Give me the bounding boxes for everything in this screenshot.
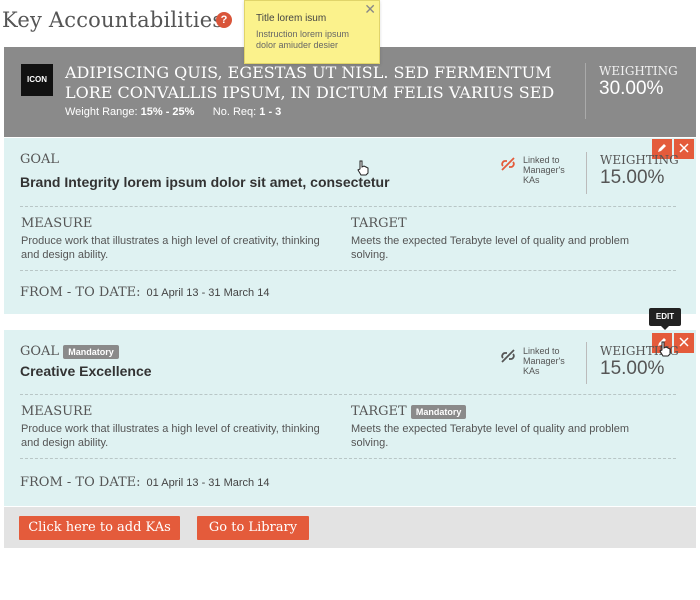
weight-range-value: 15% - 25% <box>140 106 195 118</box>
category-meta: Weight Range: 15% - 25% No. Req: 1 - 3 <box>65 106 281 118</box>
goal-card: GOAL Mandatory Creative Excellence Linke… <box>4 330 696 506</box>
category-weighting-label: WEIGHTING <box>599 64 678 78</box>
no-req-label: No. Req: <box>212 106 257 118</box>
page-title: Key Accountabilities <box>2 8 224 32</box>
go-to-library-button[interactable]: Go to Library <box>197 516 309 540</box>
category-divider <box>585 63 586 119</box>
category-weighting-value: 30.00% <box>599 78 664 99</box>
footer-actions: Click here to add KAs Go to Library <box>4 507 696 548</box>
measure-label: MEASURE <box>21 216 93 231</box>
divider <box>20 206 676 207</box>
weighting-value: 15.00% <box>600 358 665 379</box>
date-value: 01 April 13 - 31 March 14 <box>146 477 270 489</box>
goal-title: Brand Integrity lorem ipsum dolor sit am… <box>20 174 390 190</box>
divider <box>586 152 587 194</box>
mandatory-badge: Mandatory <box>410 404 467 419</box>
goal-label: GOAL <box>20 344 60 359</box>
measure-label: MEASURE <box>21 404 93 419</box>
edit-tooltip: EDIT <box>649 308 681 330</box>
help-tooltip: ✕ Title lorem isum Instruction lorem ips… <box>244 0 380 64</box>
target-text: Meets the expected Terabyte level of qua… <box>351 423 630 449</box>
hand-cursor-icon <box>659 341 671 357</box>
divider <box>20 270 676 271</box>
divider <box>20 394 676 395</box>
close-icon <box>679 143 689 153</box>
weighting-label: WEIGHTING <box>600 153 679 167</box>
divider <box>20 458 676 459</box>
goal-label: GOAL <box>20 152 60 167</box>
goal-label-row: GOAL Mandatory <box>20 344 119 359</box>
goal-card: GOAL Brand Integrity lorem ipsum dolor s… <box>4 138 696 314</box>
measure-text: Produce work that illustrates a high lev… <box>21 235 320 261</box>
linked-text: Linked to Manager's KAs <box>523 155 565 185</box>
date-label: FROM - TO DATE: <box>20 475 141 490</box>
no-req-value: 1 - 3 <box>259 106 282 118</box>
category-icon: ICON <box>21 64 53 96</box>
date-label: FROM - TO DATE: <box>20 285 141 300</box>
date-row: FROM - TO DATE: 01 April 13 - 31 March 14 <box>20 475 269 490</box>
linked-text: Linked to Manager's KAs <box>523 346 565 376</box>
weighting-value: 15.00% <box>600 167 665 188</box>
target-text: Meets the expected Terabyte level of qua… <box>351 235 630 261</box>
divider <box>586 342 587 384</box>
date-value: 01 April 13 - 31 March 14 <box>146 287 270 299</box>
broken-link-icon <box>501 349 515 363</box>
close-icon <box>679 337 689 347</box>
weight-range-label: Weight Range: <box>65 106 138 118</box>
target-label: TARGET <box>351 216 407 231</box>
hand-cursor-icon <box>357 160 369 176</box>
measure-text: Produce work that illustrates a high lev… <box>21 423 320 449</box>
broken-link-icon <box>501 157 515 171</box>
target-label: TARGET <box>351 404 407 419</box>
help-icon[interactable]: ? <box>216 12 232 28</box>
add-kas-button[interactable]: Click here to add KAs <box>19 516 180 540</box>
goal-title: Creative Excellence <box>20 363 152 379</box>
close-icon[interactable]: ✕ <box>364 2 376 16</box>
target-label-row: TARGET Mandatory <box>351 404 467 419</box>
date-row: FROM - TO DATE: 01 April 13 - 31 March 14 <box>20 285 269 300</box>
category-title: ADIPISCING QUIS, EGESTAS UT NISL. SED FE… <box>65 63 555 102</box>
pencil-icon <box>658 144 666 152</box>
tooltip-title: Title lorem isum <box>256 13 327 24</box>
tooltip-body: Instruction lorem ipsum dolor amiuder de… <box>256 29 350 50</box>
mandatory-badge: Mandatory <box>63 344 119 359</box>
